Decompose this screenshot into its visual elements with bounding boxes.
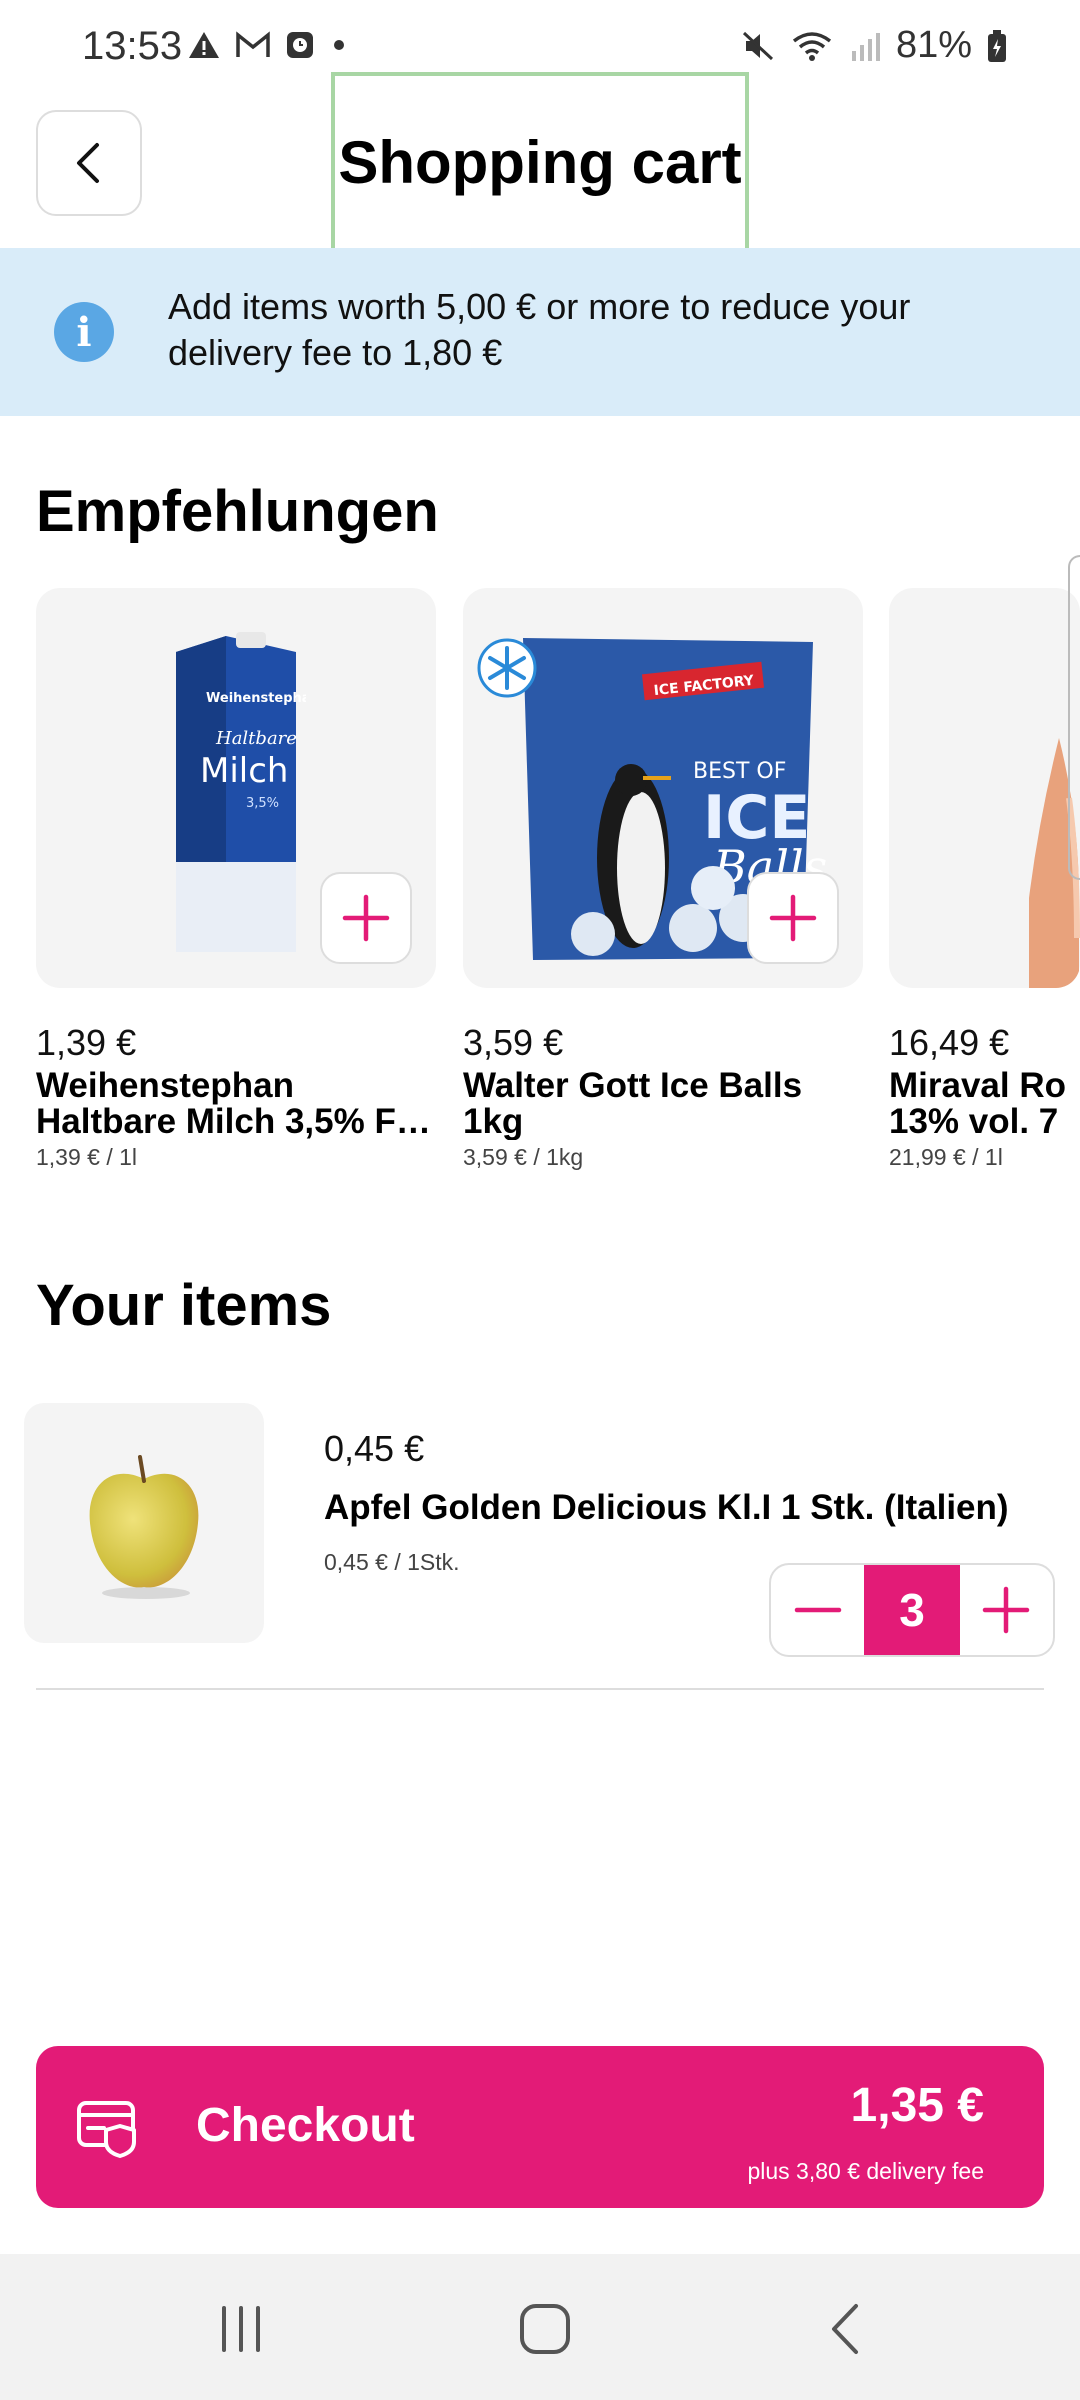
svg-text:Milch: Milch: [200, 751, 288, 791]
mute-icon: [742, 31, 773, 60]
quantity-value[interactable]: 3: [864, 1565, 960, 1655]
delivery-fee-message: Add items worth 5,00 € or more to reduce…: [168, 286, 911, 373]
page-title: Shopping cart: [338, 128, 742, 196]
divider: [36, 1688, 1044, 1690]
product-card-milk[interactable]: Weihenstephan Haltbare Milch 3,5%: [36, 588, 436, 988]
product-unit-price: 1,39 € / 1l: [36, 1144, 138, 1170]
dot-icon: [334, 40, 344, 50]
svg-text:Weihenstephan: Weihenstephan: [206, 691, 306, 706]
plus-icon: [342, 894, 390, 942]
cart-item-unit-price: 0,45 € / 1Stk.: [324, 1549, 460, 1575]
quantity-stepper: 3: [769, 1563, 1055, 1657]
signal-icon: [851, 32, 880, 61]
chevron-left-icon: [77, 143, 99, 183]
clock-app-icon: [287, 32, 313, 58]
cart-items-heading: Your items: [36, 1273, 332, 1338]
home-icon[interactable]: [518, 2302, 572, 2356]
checkout-button[interactable]: Checkout 1,35 € plus 3,80 € delivery fee: [36, 2046, 1044, 2208]
milk-carton-image: Weihenstephan Haltbare Milch 3,5%: [176, 632, 306, 952]
increase-quantity-button[interactable]: [960, 1565, 1053, 1655]
back-nav-icon[interactable]: [826, 2302, 866, 2356]
product-card-ice-balls[interactable]: ICE FACTORY BEST OF ICE Balls: [463, 588, 863, 988]
delivery-fee-note: plus 3,80 € delivery fee: [747, 2158, 984, 2184]
edge-panel-handle[interactable]: [1068, 555, 1080, 880]
recommendations-heading: Empfehlungen: [36, 479, 439, 544]
product-price: 3,59 €: [463, 1022, 564, 1063]
svg-text:Haltbare: Haltbare: [215, 728, 297, 749]
battery-percentage: 81%: [895, 24, 972, 66]
product-name: Walter Gott Ice Balls 1kg: [463, 1068, 803, 1140]
recent-apps-icon[interactable]: [216, 2304, 266, 2354]
checkout-label: Checkout: [196, 2099, 415, 2152]
product-name: Miraval Ro 13% vol. 7: [889, 1068, 1066, 1140]
battery-charging-icon: [988, 29, 1006, 62]
product-unit-price: 21,99 € / 1l: [889, 1144, 1003, 1170]
minus-icon: [794, 1607, 841, 1613]
card-payment-icon: [77, 2101, 136, 2158]
info-icon: i: [54, 302, 114, 362]
decrease-quantity-button[interactable]: [771, 1565, 864, 1655]
plus-icon: [983, 1586, 1030, 1634]
back-button[interactable]: [36, 110, 142, 216]
apple-image: [89, 1455, 199, 1599]
status-time: 13:53: [82, 24, 183, 68]
checkout-total: 1,35 €: [850, 2079, 984, 2132]
wifi-icon: [792, 31, 832, 61]
product-price: 1,39 €: [36, 1022, 137, 1063]
product-unit-price: 3,59 € / 1kg: [463, 1144, 584, 1170]
product-price: 16,49 €: [889, 1022, 1010, 1063]
system-navigation-bar: [0, 2254, 1080, 2400]
cart-item-name: Apfel Golden Delicious Kl.I 1 Stk. (Ital…: [324, 1488, 1009, 1527]
warning-icon: [189, 32, 219, 58]
status-icons-right: 81%: [740, 24, 1008, 67]
page-title-container: Shopping cart: [331, 72, 749, 252]
add-to-cart-button[interactable]: [320, 872, 412, 964]
frozen-snowflake-icon: [477, 638, 537, 698]
status-icons-left: [187, 30, 349, 60]
product-card-rose-wine[interactable]: [889, 588, 1080, 988]
svg-text:BEST OF: BEST OF: [693, 759, 786, 784]
cart-item-image: [24, 1403, 264, 1643]
svg-text:3,5%: 3,5%: [246, 796, 279, 811]
gmail-icon: [236, 31, 270, 57]
cart-item-price: 0,45 €: [324, 1428, 425, 1469]
plus-icon: [769, 894, 817, 942]
add-to-cart-button[interactable]: [747, 872, 839, 964]
product-name: Weihenstephan Haltbare Milch 3,5% F…: [36, 1068, 431, 1140]
